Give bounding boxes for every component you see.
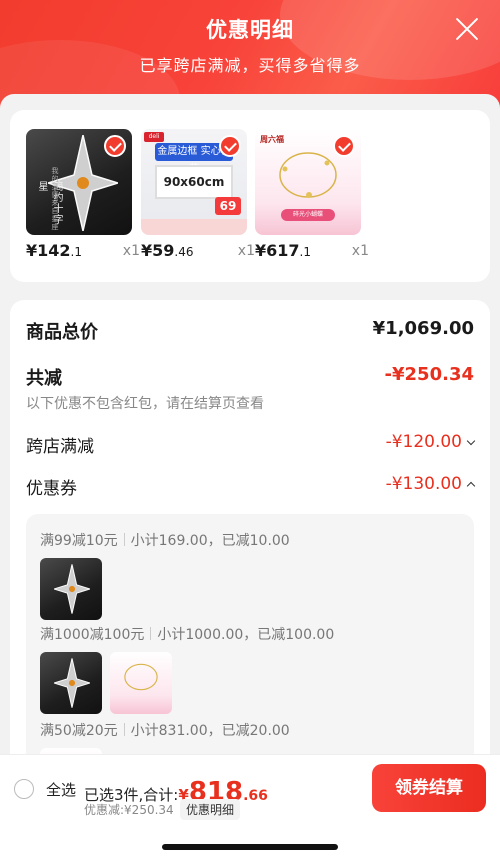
checked-icon xyxy=(219,135,241,157)
coupon-label[interactable]: 优惠券 xyxy=(26,474,77,499)
total-price-label: 商品总价 xyxy=(26,322,98,343)
close-icon[interactable] xyxy=(454,16,480,42)
price-summary-card: 商品总价 ¥1,069.00 共减 -¥250.34 以下优惠不包含红包，请在结… xyxy=(10,300,490,774)
coupon-rule: 满1000减100元 小计1000.00，已减100.00 xyxy=(40,627,335,643)
cross-store-label[interactable]: 跨店满减 xyxy=(26,432,94,457)
checkout-button[interactable]: 领券结算 xyxy=(372,764,486,812)
detail-sheet: 简约十字星 我的灵感来自星座 ¥142.1 x1 deli 金属边框 实心板芯 … xyxy=(0,94,500,861)
chevron-up-icon[interactable] xyxy=(466,481,476,491)
checked-icon xyxy=(104,135,126,157)
star-pendant-icon xyxy=(54,564,90,614)
checkout-bar: 全选 已选3件,合计:¥818.66 优惠减:¥250.34 优惠明细 领券结算 xyxy=(0,754,500,861)
home-indicator xyxy=(162,844,338,850)
coupon-product-thumb xyxy=(40,652,102,714)
product-quantity: x1 xyxy=(351,243,369,259)
product-banner: 碎光小蝴蝶 xyxy=(281,209,335,221)
product-price: ¥59.46 xyxy=(141,241,194,260)
coupon-product-thumb xyxy=(110,652,172,714)
checked-icon xyxy=(333,135,355,157)
product-item[interactable]: deli 金属边框 实心板芯 90x60cm 69 ¥59.46 x1 xyxy=(141,129,255,260)
total-discount-label: 共减 xyxy=(26,368,62,389)
select-all-radio[interactable] xyxy=(14,779,34,799)
total-price-value: ¥1,069.00 xyxy=(372,318,474,339)
bracelet-icon xyxy=(124,663,158,691)
chevron-down-icon[interactable] xyxy=(466,436,476,446)
discount-detail-link[interactable]: 优惠明细 xyxy=(180,799,241,820)
select-all-label[interactable]: 全选 xyxy=(46,779,76,800)
brand-logo: deli xyxy=(144,132,164,142)
selected-products-card: 简约十字星 我的灵感来自星座 ¥142.1 x1 deli 金属边框 实心板芯 … xyxy=(10,110,490,282)
coupon-product-thumb xyxy=(40,558,102,620)
coupon-rule: 满99减10元 小计169.00，已减10.00 xyxy=(40,533,290,549)
bracelet-icon xyxy=(279,152,337,198)
product-overlay-text: 我的灵感来自星座 xyxy=(51,167,59,231)
page-title: 优惠明细 xyxy=(206,18,294,42)
coupon-toggle[interactable]: -¥130.00 xyxy=(386,474,476,494)
product-image-frame-board: deli 金属边框 实心板芯 90x60cm 69 xyxy=(141,129,247,235)
total-discount-value: -¥250.34 xyxy=(384,364,474,385)
discount-summary: 优惠减:¥250.34 xyxy=(84,803,174,817)
discount-hint: 以下优惠不包含红包，请在结算页查看 xyxy=(26,396,264,412)
product-price: ¥617.1 xyxy=(255,241,311,260)
price-badge: 69 xyxy=(215,197,241,215)
product-item[interactable]: 简约十字星 我的灵感来自星座 ¥142.1 x1 xyxy=(26,129,140,260)
page-subtitle: 已享跨店满减，买得多省得多 xyxy=(139,56,361,75)
product-banner xyxy=(141,219,247,235)
product-quantity: x1 xyxy=(237,243,255,259)
product-image-bracelet: 周六福 碎光小蝴蝶 xyxy=(255,129,361,235)
product-quantity: x1 xyxy=(122,243,140,259)
product-image-star-pendant: 简约十字星 我的灵感来自星座 xyxy=(26,129,132,235)
product-item[interactable]: 周六福 碎光小蝴蝶 ¥617.1 x1 xyxy=(255,129,369,260)
product-price: ¥142.1 xyxy=(26,241,82,260)
coupon-breakdown: 满99减10元 小计169.00，已减10.00 满1000减100元 小计1000… xyxy=(26,514,474,774)
brand-logo: 周六福 xyxy=(260,135,284,144)
coupon-rule: 满50减20元 小计831.00，已减20.00 xyxy=(40,723,290,739)
cross-store-toggle[interactable]: -¥120.00 xyxy=(386,432,476,452)
product-overlay-text: 90x60cm xyxy=(155,165,233,199)
star-pendant-icon xyxy=(54,658,90,708)
